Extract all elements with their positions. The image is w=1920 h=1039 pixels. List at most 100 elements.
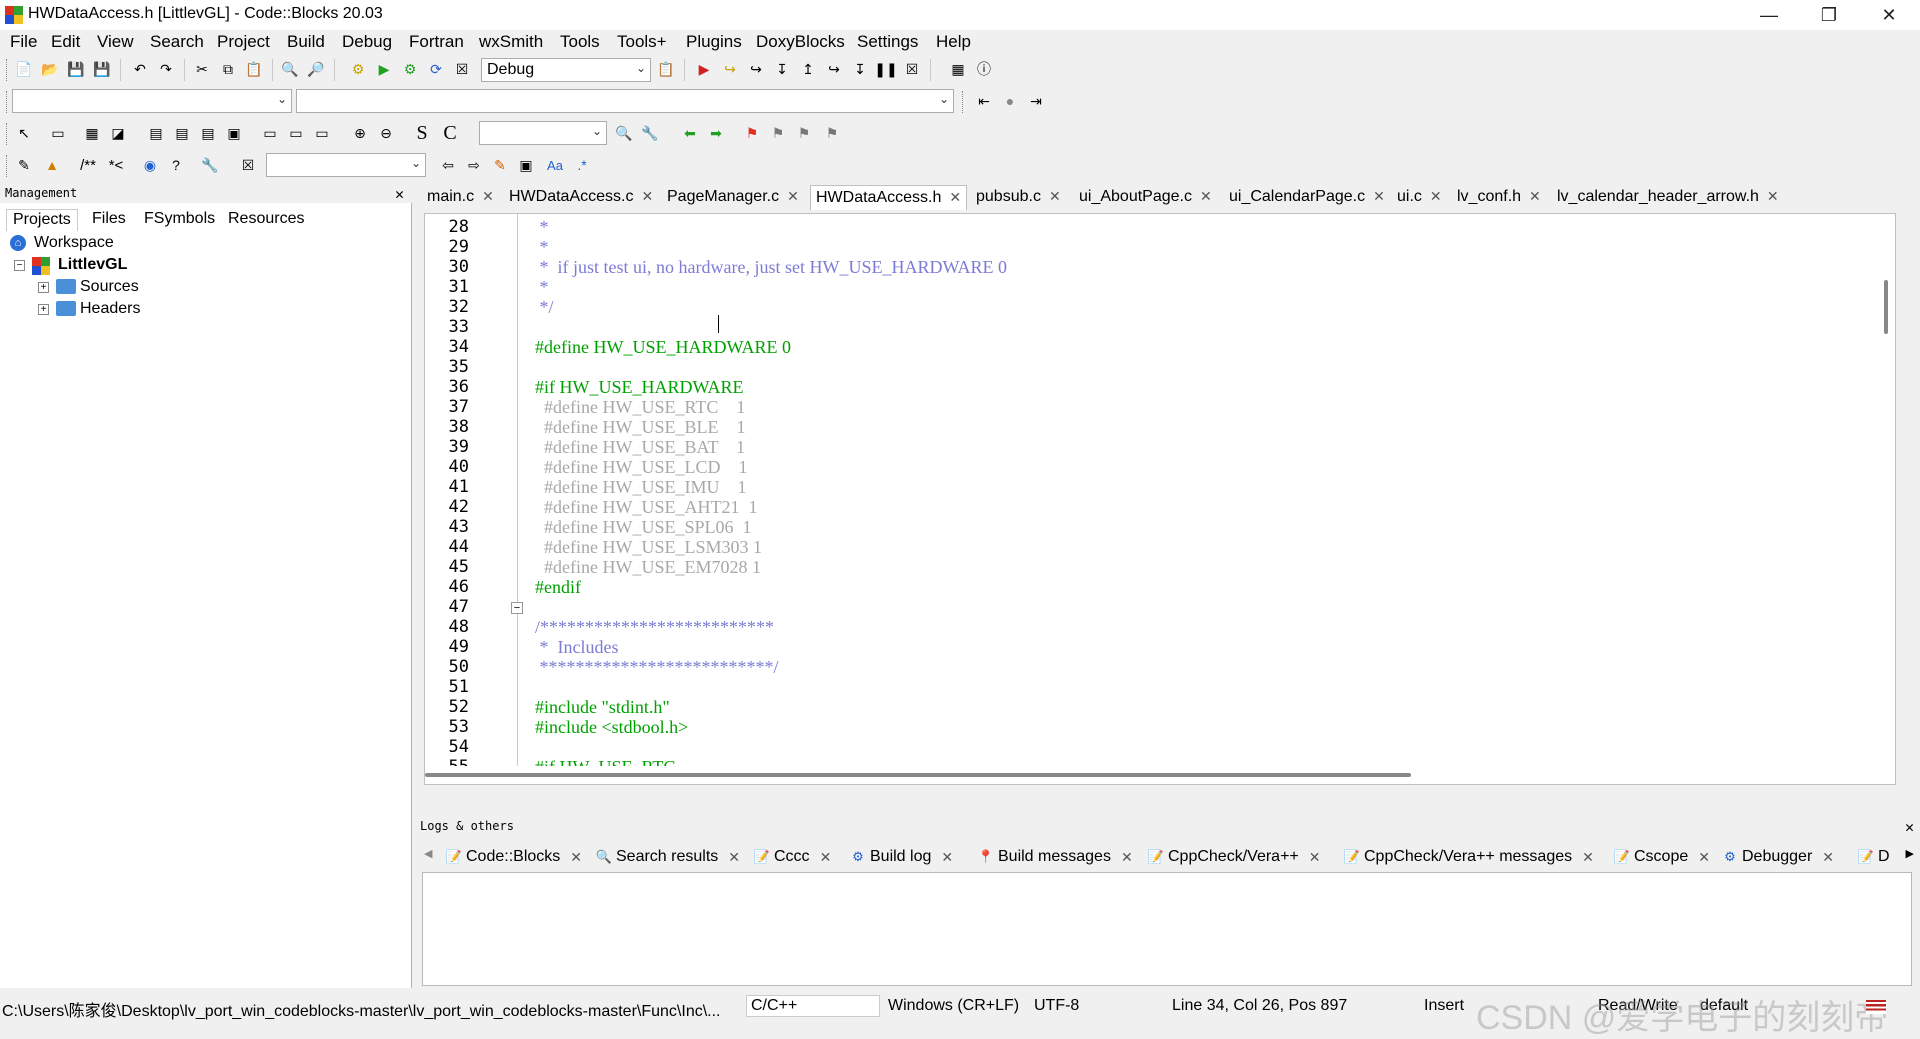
align-middle-icon[interactable]: ▤ [172,123,192,143]
log-tab[interactable]: 📝 D [1858,845,1890,869]
shrink-icon[interactable]: ▭ [286,123,306,143]
close-icon[interactable]: ✕ [1049,188,1061,204]
editor-tab[interactable]: PageManager.c ✕ [662,185,804,210]
menu-plugins[interactable]: Plugins [686,32,742,52]
log-tab[interactable]: ⚙ Debugger ✕ [1722,845,1834,869]
align-fill-icon[interactable]: ▣ [224,123,244,143]
run-to-cursor-icon[interactable]: ↪ [720,59,740,79]
zoom-in-icon[interactable]: ⊕ [350,123,370,143]
rectangle-icon[interactable]: ▭ [48,123,68,143]
step-out-icon[interactable]: ↥ [798,59,818,79]
menu-settings[interactable]: Settings [857,32,918,52]
close-icon[interactable]: ✕ [787,188,799,204]
close-icon[interactable]: ✕ [1582,849,1594,866]
copy-icon[interactable]: ⧉ [218,59,238,79]
search-go-icon[interactable]: 🔍 [614,123,634,143]
menu-doxyblocks[interactable]: DoxyBlocks [756,32,845,52]
menu-fortran[interactable]: Fortran [409,32,464,52]
new-file-icon[interactable]: 📄 [14,59,34,79]
close-icon[interactable]: ✕ [1121,849,1133,866]
open-file-icon[interactable]: 📂 [40,59,60,79]
horizontal-scrollbar[interactable] [425,766,1895,784]
scroll-thumb[interactable] [425,773,1411,777]
next-instruction-icon[interactable]: ↪ [824,59,844,79]
tab-resources[interactable]: Resources [222,209,310,231]
arrow-left-icon[interactable]: ⬅ [680,123,700,143]
config-wrench-icon[interactable]: 🔧 [200,155,220,175]
border-icon[interactable]: ▭ [312,123,332,143]
editor-tab-active[interactable]: HWDataAccess.h ✕ [810,185,968,210]
jump-back-icon[interactable]: ⇤ [974,91,994,111]
editor-tab[interactable]: ui_CalendarPage.c ✕ [1224,185,1390,210]
s-icon[interactable]: S [412,123,432,143]
scope-select[interactable]: ⌄ [12,89,292,113]
close-window-button[interactable]: ✕ [1866,0,1912,30]
log-output[interactable] [422,872,1912,986]
save-all-icon[interactable]: 💾 [92,59,112,79]
code-editor[interactable]: 28 29 30 31 32 33 34 35 36 37 38 39 40 41 42 43 44 45 46 47… [424,213,1896,785]
run-html-icon[interactable]: ◉ [140,155,160,175]
find-next-icon[interactable]: ⇨ [464,155,484,175]
collapse-icon[interactable]: − [14,260,25,271]
bookmark-prev-icon[interactable]: ⚑ [768,123,788,143]
menu-build[interactable]: Build [287,32,325,52]
menu-wxsmith[interactable]: wxSmith [479,32,543,52]
close-icon[interactable]: ✕ [1430,188,1442,204]
paste-icon[interactable]: 📋 [244,59,264,79]
build-and-run-icon[interactable]: ⚙ [400,59,420,79]
scroll-thumb[interactable] [1884,280,1888,334]
scroll-left-icon[interactable]: ◀ [424,847,432,860]
log-tab[interactable]: 📝 CppCheck/Vera++ ✕ [1148,845,1321,869]
minimize-button[interactable]: — [1746,0,1792,30]
close-icon[interactable]: ✕ [728,849,740,866]
step-into-icon[interactable]: ↧ [772,59,792,79]
cut-icon[interactable]: ✂ [192,59,212,79]
doxywizard-icon[interactable]: ✎ [14,155,34,175]
tab-fsymbols[interactable]: FSymbols [138,209,221,231]
log-tab[interactable]: 📍 Build messages ✕ [978,845,1133,869]
menu-debug[interactable]: Debug [342,32,392,52]
bookmark-next-icon[interactable]: ⚑ [794,123,814,143]
status-language[interactable]: C/C++ [746,995,880,1017]
editor-tab[interactable]: lv_conf.h ✕ [1452,185,1546,210]
log-tab[interactable]: 📝 Code::Blocks ✕ [446,845,582,869]
save-icon[interactable]: 💾 [66,59,86,79]
find-prev-icon[interactable]: ⇦ [438,155,458,175]
grid-icon[interactable]: ▦ [82,123,102,143]
close-icon[interactable]: ✕ [482,188,494,204]
close-icon[interactable]: ✕ [395,185,404,203]
match-case-icon[interactable]: Aa [545,155,565,175]
menu-tools-plus[interactable]: Tools+ [617,32,667,52]
info-icon[interactable]: ⓘ [974,59,994,79]
debug-start-icon[interactable]: ▶ [694,59,714,79]
close-icon[interactable]: ✕ [1698,849,1710,866]
clear-icon[interactable]: ☒ [238,155,258,175]
menu-view[interactable]: View [97,32,134,52]
menu-project[interactable]: Project [217,32,270,52]
find-icon[interactable]: 🔍 [280,59,300,79]
incremental-search-select[interactable]: ⌄ [266,153,426,177]
close-icon[interactable]: ✕ [1905,818,1914,836]
log-tab[interactable]: 🔍 Search results ✕ [596,845,740,869]
expand-icon[interactable]: + [38,304,49,315]
menu-help[interactable]: Help [936,32,971,52]
next-line-icon[interactable]: ↪ [746,59,766,79]
log-tab[interactable]: 📝 Cccc ✕ [754,845,831,869]
zoom-out-icon[interactable]: ⊖ [376,123,396,143]
close-icon[interactable]: ✕ [1200,188,1212,204]
pause-icon[interactable]: ❚❚ [874,59,897,79]
jump-dot-icon[interactable]: ● [1000,91,1020,111]
menu-edit[interactable]: Edit [51,32,80,52]
close-icon[interactable]: ✕ [1373,188,1385,204]
log-tab[interactable]: 📝 CppCheck/Vera++ messages ✕ [1344,845,1594,869]
bookmark-clear-icon[interactable]: ⚑ [822,123,842,143]
arrow-right-icon[interactable]: ➡ [706,123,726,143]
log-tab[interactable]: 📝 Cscope ✕ [1614,845,1710,869]
editor-tab[interactable]: HWDataAccess.c ✕ [504,185,658,210]
menu-search[interactable]: Search [150,32,204,52]
align-top-icon[interactable]: ▤ [146,123,166,143]
close-icon[interactable]: ✕ [820,849,832,866]
highlight-icon[interactable]: ✎ [490,155,510,175]
editor-tab[interactable]: pubsub.c ✕ [971,185,1066,210]
close-icon[interactable]: ✕ [941,849,953,866]
